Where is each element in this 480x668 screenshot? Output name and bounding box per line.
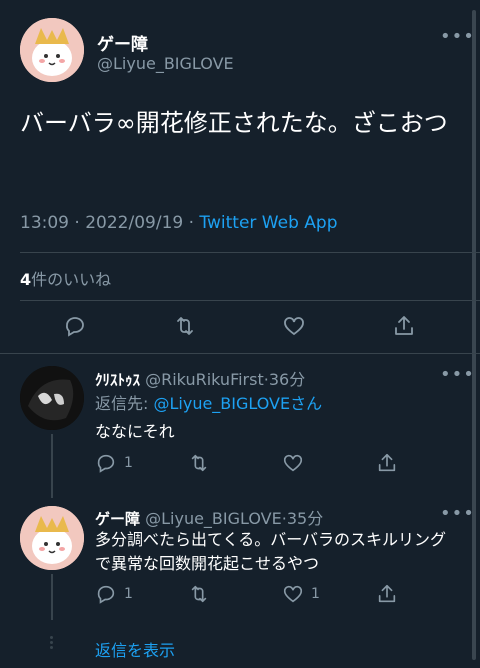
retweet-icon[interactable] <box>173 314 197 338</box>
share-icon[interactable] <box>392 314 416 338</box>
avatar-image <box>20 18 84 82</box>
thread-line <box>51 574 53 620</box>
handle[interactable]: @Liyue_BIGLOVE <box>97 54 234 73</box>
tweet-meta: 13:09 · 2022/09/19 · Twitter Web App <box>20 213 337 233</box>
reply-count: 1 <box>124 586 133 602</box>
replying-to-handle[interactable]: @Liyue_BIGLOVE <box>153 394 290 413</box>
divider <box>0 353 480 354</box>
like-icon[interactable] <box>282 583 304 605</box>
avatar[interactable] <box>20 18 84 82</box>
avatar-image <box>20 366 84 430</box>
more-horizontal-icon[interactable]: ••• <box>440 26 475 47</box>
replying-to-prefix: 返信先: <box>95 394 154 413</box>
reply-count: 1 <box>124 455 133 471</box>
replying-to: 返信先: @Liyue_BIGLOVEさん <box>95 390 322 414</box>
reply-icon[interactable] <box>95 452 117 474</box>
like-icon[interactable] <box>282 452 304 474</box>
avatar[interactable] <box>20 366 84 430</box>
scrollbar[interactable] <box>472 10 476 660</box>
handle[interactable]: @Liyue_BIGLOVE <box>145 509 282 528</box>
display-name[interactable]: ゲー障 <box>95 510 140 528</box>
like-icon[interactable] <box>282 314 306 338</box>
meta-separator: · <box>74 213 80 233</box>
reply-icon[interactable] <box>95 583 117 605</box>
reply-header: ゲー障 @Liyue_BIGLOVE·35分 <box>95 505 323 529</box>
thread-dots-icon <box>47 634 55 654</box>
divider <box>20 252 480 253</box>
time-ago: 35分 <box>286 509 324 528</box>
tweet-text: バーバラ∞開花修正されたな。ざこおつ <box>20 109 448 137</box>
reply-icon[interactable] <box>63 314 87 338</box>
reply-text: 多分調べたら出てくる。バーバラのスキルリングで異常な回数開花起こせるやつ <box>95 530 447 573</box>
show-replies-link[interactable]: 返信を表示 <box>95 637 175 661</box>
divider <box>20 300 480 301</box>
avatar-image <box>20 506 84 570</box>
retweet-icon[interactable] <box>188 583 210 605</box>
likes-summary[interactable]: 4件のいいね <box>20 266 111 290</box>
avatar[interactable] <box>20 506 84 570</box>
more-horizontal-icon[interactable]: ••• <box>440 503 475 524</box>
display-name[interactable]: ゲー障 <box>97 30 148 55</box>
time-ago: 36分 <box>268 370 306 389</box>
display-name[interactable]: ｸﾘｽﾄｩｽ <box>95 371 140 389</box>
thread-line <box>51 434 53 498</box>
meta-separator: · <box>188 213 195 233</box>
reply-text: ななにそれ <box>95 422 175 441</box>
more-horizontal-icon[interactable]: ••• <box>440 364 475 385</box>
share-icon[interactable] <box>376 452 398 474</box>
handle[interactable]: @RikuRikuFirst <box>145 370 264 389</box>
likes-count: 4 <box>20 270 32 289</box>
share-icon[interactable] <box>376 583 398 605</box>
likes-label: 件のいいね <box>31 270 112 289</box>
replying-to-suffix[interactable]: さん <box>290 394 322 413</box>
tweet-time: 13:09 <box>20 213 69 233</box>
like-count: 1 <box>311 586 320 602</box>
reply-header: ｸﾘｽﾄｩｽ @RikuRikuFirst·36分 <box>95 366 305 390</box>
retweet-icon[interactable] <box>188 452 210 474</box>
tweet-date: 2022/09/19 <box>85 213 184 233</box>
tweet-source[interactable]: Twitter Web App <box>199 213 337 233</box>
